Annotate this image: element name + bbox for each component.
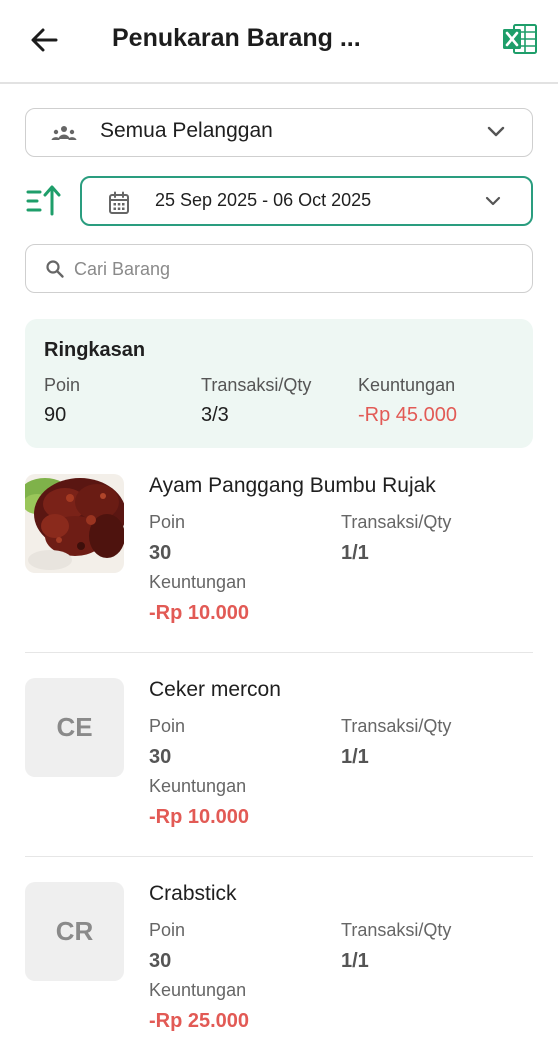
- calendar-icon: [109, 191, 129, 214]
- summary-transaksi-value: 3/3: [201, 404, 229, 426]
- item-poin-value: 30: [149, 950, 172, 972]
- summary-transaksi-label: Transaksi/Qty: [201, 375, 312, 395]
- summary-card: Ringkasan Poin 90 Transaksi/Qty 3/3 Keun…: [25, 319, 533, 448]
- sort-icon: [26, 185, 61, 216]
- sort-button[interactable]: [26, 184, 62, 218]
- item-poin-label: Poin: [149, 716, 186, 736]
- item-transaksi-value: 1/1: [341, 950, 369, 972]
- grilled-chicken-photo: [25, 474, 124, 573]
- item-poin-label: Poin: [149, 920, 186, 940]
- item-keuntungan-value: -Rp 25.000: [149, 1010, 250, 1032]
- divider: [25, 856, 533, 857]
- summary-keuntungan-value: -Rp 45.000: [358, 404, 457, 426]
- people-icon: [51, 126, 77, 140]
- item-keuntungan-value: -Rp 10.000: [149, 806, 250, 828]
- summary-transaksi: Transaksi/Qty 3/3: [201, 375, 311, 427]
- item-name: Crabstick: [149, 882, 237, 905]
- item-poin-value: 30: [149, 746, 172, 768]
- item-keuntungan-value: -Rp 10.000: [149, 602, 250, 624]
- export-excel-button[interactable]: [502, 22, 538, 58]
- item-transaksi-label: Transaksi/Qty: [341, 716, 452, 736]
- summary-poin: Poin 90: [44, 375, 80, 427]
- app-header: Penukaran Barang ...: [0, 0, 558, 84]
- item-transaksi-value: 1/1: [341, 746, 369, 768]
- chevron-down-icon: [487, 126, 505, 137]
- item-keuntungan-label: Keuntungan: [149, 572, 247, 592]
- excel-icon: [503, 24, 537, 54]
- search-icon: [46, 260, 64, 278]
- item-name: Ayam Panggang Bumbu Rujak: [149, 474, 436, 497]
- back-button[interactable]: [26, 22, 62, 58]
- summary-poin-label: Poin: [44, 375, 81, 395]
- arrow-left-icon: [31, 28, 58, 52]
- item-initials-avatar: CE: [25, 678, 124, 777]
- item-name: Ceker mercon: [149, 678, 281, 701]
- customer-select-value: Semua Pelanggan: [100, 119, 273, 142]
- summary-keuntungan-label: Keuntungan: [358, 375, 456, 395]
- item-transaksi-label: Transaksi/Qty: [341, 920, 452, 940]
- summary-poin-value: 90: [44, 404, 67, 426]
- date-range-value: 25 Sep 2025 - 06 Oct 2025: [155, 190, 372, 210]
- divider: [25, 652, 533, 653]
- chevron-down-icon: [485, 196, 501, 206]
- item-transaksi-label: Transaksi/Qty: [341, 512, 452, 532]
- item-poin-label: Poin: [149, 512, 186, 532]
- search-input[interactable]: [74, 254, 504, 284]
- date-range-select[interactable]: 25 Sep 2025 - 06 Oct 2025: [80, 176, 533, 226]
- item-keuntungan-label: Keuntungan: [149, 776, 247, 796]
- page-title: Penukaran Barang ...: [112, 24, 361, 52]
- item-transaksi-value: 1/1: [341, 542, 369, 564]
- item-keuntungan-label: Keuntungan: [149, 980, 247, 1000]
- summary-title: Ringkasan: [44, 339, 146, 361]
- item-initials-avatar: CR: [25, 882, 124, 981]
- summary-keuntungan: Keuntungan -Rp 45.000: [358, 375, 457, 427]
- item-thumbnail: [25, 474, 124, 573]
- list-item[interactable]: Ayam Panggang Bumbu Rujak Poin 30 Transa…: [25, 474, 533, 678]
- customer-select[interactable]: Semua Pelanggan: [25, 108, 533, 157]
- search-box[interactable]: [25, 244, 533, 293]
- list-item[interactable]: CR Crabstick Poin 30 Transaksi/Qty 1/1 K…: [25, 882, 533, 1052]
- item-poin-value: 30: [149, 542, 172, 564]
- list-item[interactable]: CE Ceker mercon Poin 30 Transaksi/Qty 1/…: [25, 678, 533, 882]
